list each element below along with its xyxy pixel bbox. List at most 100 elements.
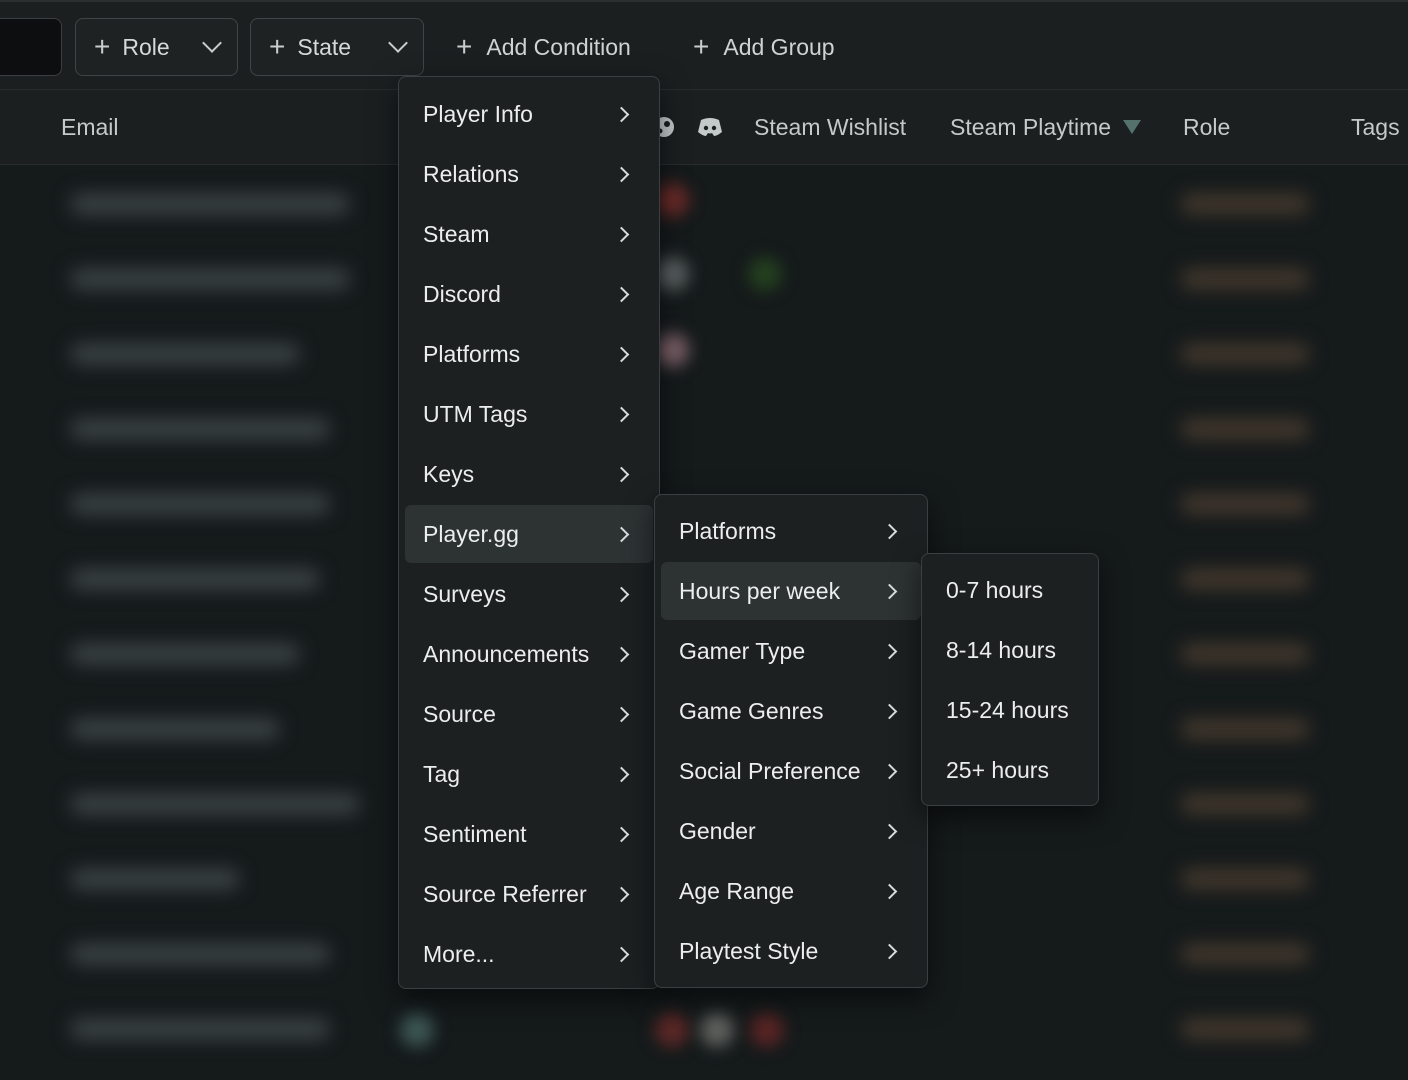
submenu-item-gamer-type[interactable]: Gamer Type: [661, 622, 921, 680]
chevron-right-icon: [613, 946, 630, 962]
column-header-steam-wishlist-label: Steam Wishlist: [754, 113, 907, 140]
menu-item-label: UTM Tags: [423, 400, 528, 427]
chevron-right-icon: [881, 823, 898, 839]
submenu-item-label: Gender: [679, 817, 756, 844]
chevron-right-icon: [881, 703, 898, 719]
option-item-label: 0-7 hours: [946, 576, 1044, 603]
menu-item-player-info[interactable]: Player Info: [405, 85, 653, 143]
chevron-right-icon: [613, 106, 630, 122]
menu-item-label: Surveys: [423, 580, 507, 607]
submenu-item-label: Gamer Type: [679, 637, 806, 664]
menu-item-label: Source: [423, 700, 496, 727]
chevron-right-icon: [881, 643, 898, 659]
column-header-steam-playtime[interactable]: Steam Playtime: [950, 90, 1142, 164]
plus-icon: +: [94, 31, 111, 62]
option-item-25-hours[interactable]: 25+ hours: [928, 741, 1092, 799]
menu-item-platforms[interactable]: Platforms: [405, 325, 653, 383]
avatar: [400, 1013, 434, 1047]
chevron-right-icon: [613, 586, 630, 602]
option-item-8-14-hours[interactable]: 8-14 hours: [928, 621, 1092, 679]
avatar: [750, 1013, 784, 1047]
menu-item-player-gg[interactable]: Player.gg: [405, 505, 653, 563]
submenu-item-age-range[interactable]: Age Range: [661, 862, 921, 920]
option-item-label: 15-24 hours: [946, 696, 1069, 723]
menu-item-label: Player.gg: [423, 520, 519, 547]
sort-descending-icon: [1123, 120, 1142, 134]
menu-item-discord[interactable]: Discord: [405, 265, 653, 323]
state-filter-chip[interactable]: + State: [250, 18, 424, 76]
menu-item-label: Source Referrer: [423, 880, 587, 907]
menu-item-label: Steam: [423, 220, 490, 247]
avatar: [655, 1013, 689, 1047]
submenu-item-social-preference[interactable]: Social Preference: [661, 742, 921, 800]
submenu-item-gender[interactable]: Gender: [661, 802, 921, 860]
table-row: [0, 339, 1408, 379]
menu-item-more[interactable]: More...: [405, 925, 653, 983]
submenu-item-game-genres[interactable]: Game Genres: [661, 682, 921, 740]
chevron-right-icon: [613, 826, 630, 842]
chevron-right-icon: [613, 646, 630, 662]
chevron-right-icon: [613, 466, 630, 482]
menu-item-source[interactable]: Source: [405, 685, 653, 743]
menu-item-label: Announcements: [423, 640, 590, 667]
menu-item-label: Sentiment: [423, 820, 527, 847]
submenu-item-platforms[interactable]: Platforms: [661, 502, 921, 560]
option-item-label: 25+ hours: [946, 756, 1049, 783]
submenu-item-label: Hours per week: [679, 577, 841, 604]
submenu-item-label: Game Genres: [679, 697, 824, 724]
filter-toolbar: + Role + State + Add Condition + Add Gro…: [0, 0, 1408, 90]
chevron-right-icon: [881, 943, 898, 959]
chevron-right-icon: [613, 286, 630, 302]
option-item-0-7-hours[interactable]: 0-7 hours: [928, 561, 1092, 619]
submenu-item-playtest-style[interactable]: Playtest Style: [661, 922, 921, 980]
submenu-item-label: Playtest Style: [679, 937, 819, 964]
add-group-button[interactable]: + Add Group: [693, 18, 835, 76]
avatar: [655, 333, 689, 367]
column-header-tags-label: Tags: [1351, 113, 1400, 140]
menu-item-steam[interactable]: Steam: [405, 205, 653, 263]
menu-item-source-referrer[interactable]: Source Referrer: [405, 865, 653, 923]
add-condition-button[interactable]: + Add Condition: [456, 18, 631, 76]
table-row: [0, 264, 1408, 304]
table-row: [0, 414, 1408, 454]
role-filter-chip[interactable]: + Role: [75, 18, 238, 76]
column-header-role[interactable]: Role: [1183, 90, 1230, 164]
chevron-right-icon: [613, 406, 630, 422]
chevron-right-icon: [881, 583, 898, 599]
chevron-right-icon: [613, 706, 630, 722]
menu-item-keys[interactable]: Keys: [405, 445, 653, 503]
chevron-right-icon: [613, 886, 630, 902]
submenu-item-hours-per-week[interactable]: Hours per week: [661, 562, 921, 620]
menu-item-label: Platforms: [423, 340, 521, 367]
menu-item-relations[interactable]: Relations: [405, 145, 653, 203]
column-header-email-label: Email: [61, 113, 119, 140]
menu-item-surveys[interactable]: Surveys: [405, 565, 653, 623]
discord-icon: [697, 90, 723, 164]
chevron-right-icon: [613, 346, 630, 362]
avatar: [655, 257, 689, 291]
avatar: [655, 183, 689, 217]
column-header-steam-wishlist[interactable]: Steam Wishlist: [754, 90, 906, 164]
filter-category-menu: Player Info Relations Steam Discord Platform…: [398, 76, 660, 989]
option-item-15-24-hours[interactable]: 15-24 hours: [928, 681, 1092, 739]
menu-item-sentiment[interactable]: Sentiment: [405, 805, 653, 863]
menu-item-announcements[interactable]: Announcements: [405, 625, 653, 683]
submenu-item-label: Age Range: [679, 877, 795, 904]
column-header-email[interactable]: Email: [61, 90, 119, 164]
chevron-right-icon: [881, 883, 898, 899]
chevron-right-icon: [613, 526, 630, 542]
menu-item-label: Player Info: [423, 100, 533, 127]
menu-item-utm-tags[interactable]: UTM Tags: [405, 385, 653, 443]
add-condition-label: Add Condition: [486, 33, 631, 60]
option-item-label: 8-14 hours: [946, 636, 1056, 663]
menu-item-label: Keys: [423, 460, 475, 487]
menu-item-label: Discord: [423, 280, 501, 307]
hours-per-week-submenu: 0-7 hours 8-14 hours 15-24 hours 25+ hours: [921, 553, 1099, 806]
column-header-tags[interactable]: Tags: [1351, 90, 1400, 164]
table-row: [0, 189, 1408, 229]
add-group-label: Add Group: [723, 33, 835, 60]
chevron-right-icon: [613, 166, 630, 182]
column-header-role-label: Role: [1183, 113, 1231, 140]
filter-input[interactable]: [0, 18, 62, 76]
menu-item-tag[interactable]: Tag: [405, 745, 653, 803]
